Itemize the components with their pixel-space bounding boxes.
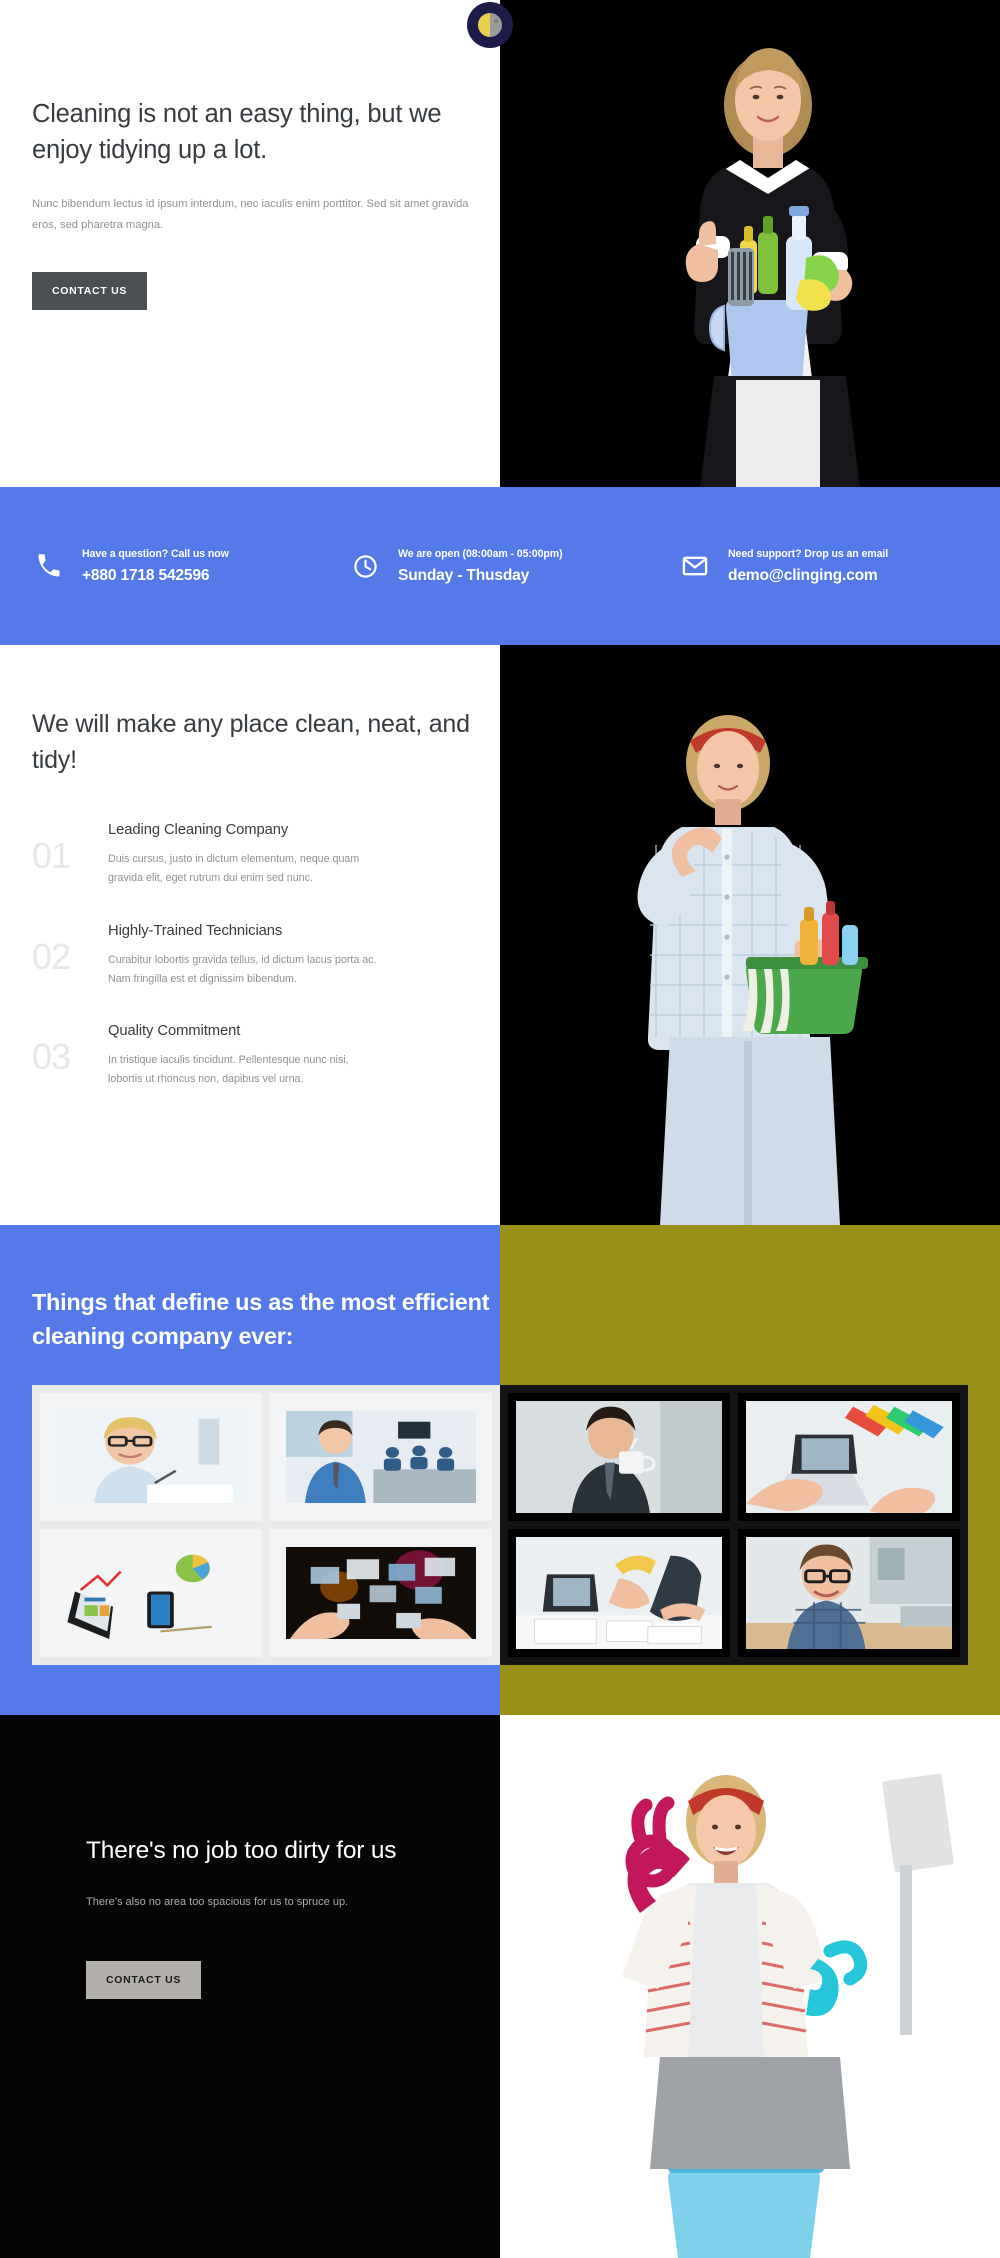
- man-with-glasses-smiling-at-office-thumb: [746, 1537, 952, 1649]
- envelope-icon: [678, 549, 712, 583]
- team-working-at-desk-thumb: [516, 1537, 722, 1649]
- info-text-hours: We are open (08:00am - 05:00pm) Sunday -…: [398, 548, 563, 585]
- feature-title: Quality Commitment: [108, 1023, 241, 1040]
- gallery-section: Things that define us as the most effici…: [0, 1225, 1000, 1715]
- moon-badge-logo-icon: [478, 13, 502, 37]
- hero-section: Cleaning is not an easy thing, but we en…: [0, 0, 1000, 487]
- man-drinking-coffee-thumb: [516, 1401, 722, 1513]
- features-content: We will make any place clean, neat, and …: [0, 645, 500, 1225]
- features-image-panel: [500, 645, 1000, 1225]
- gallery-tile[interactable]: [40, 1393, 262, 1521]
- feature-description: Curabitur lobortis gravida tellus, id di…: [108, 953, 377, 985]
- cta-image-panel: [500, 1715, 1000, 2258]
- info-value-email: demo@clinging.com: [728, 566, 878, 584]
- hands-on-laptop-with-color-swatches-thumb: [746, 1401, 952, 1513]
- woman-with-cleaning-basket-image: [500, 645, 1000, 1225]
- feature-description: In tristique iaculis tincidunt. Pellente…: [108, 1054, 349, 1086]
- tablet-with-business-charts-thumb: [56, 1547, 246, 1639]
- gallery-grid-dark: [500, 1385, 968, 1665]
- hero-title: Cleaning is not an easy thing, but we en…: [32, 100, 442, 165]
- features-title: We will make any place clean, neat, and …: [32, 710, 470, 774]
- feature-title: Leading Cleaning Company: [108, 822, 289, 838]
- features-section: We will make any place clean, neat, and …: [0, 645, 1000, 1225]
- info-item-phone[interactable]: Have a question? Call us now +880 1718 5…: [32, 548, 348, 585]
- info-label-phone: Have a question? Call us now: [82, 547, 229, 560]
- gallery-tile[interactable]: [40, 1529, 262, 1657]
- feature-number: 03: [32, 1036, 71, 1078]
- cta-section: There's no job too dirty for us There’s …: [0, 1715, 1000, 2258]
- info-value-phone: +880 1718 542596: [82, 566, 210, 584]
- hero-image-panel: [500, 0, 1000, 487]
- info-text-email: Need support? Drop us an email demo@clin…: [728, 548, 888, 585]
- features-list: 01 Leading Cleaning Company Duis cursus,…: [32, 822, 500, 1090]
- clock-icon: [348, 549, 382, 583]
- hands-holding-digital-screens-thumb: [286, 1547, 476, 1639]
- contact-info-bar: Have a question? Call us now +880 1718 5…: [0, 487, 1000, 645]
- feature-title: Highly-Trained Technicians: [108, 922, 283, 939]
- gallery-grid-light: [32, 1385, 500, 1665]
- info-label-hours: We are open (08:00am - 05:00pm): [398, 547, 563, 560]
- gallery-tile[interactable]: [738, 1393, 960, 1521]
- businessman-in-meeting-room-thumb: [286, 1411, 476, 1503]
- landing-page: Cleaning is not an easy thing, but we en…: [0, 0, 1000, 2258]
- maid-with-cleaning-supplies-image: [500, 0, 1000, 487]
- site-logo[interactable]: [467, 2, 513, 48]
- info-item-hours[interactable]: We are open (08:00am - 05:00pm) Sunday -…: [348, 548, 678, 585]
- feature-item: 01 Leading Cleaning Company Duis cursus,…: [32, 822, 500, 889]
- cta-content: There's no job too dirty for us There’s …: [0, 1715, 500, 2258]
- woman-with-gloves-and-mop-image: [500, 1715, 1000, 2258]
- info-label-email: Need support? Drop us an email: [728, 547, 889, 560]
- info-item-email[interactable]: Need support? Drop us an email demo@clin…: [678, 548, 1000, 585]
- businesswoman-with-glasses-writing-thumb: [56, 1411, 246, 1503]
- gallery-tile[interactable]: [508, 1393, 730, 1521]
- feature-description: Duis cursus, justo in dictum elementum, …: [108, 853, 360, 885]
- gallery-heading: Things that define us as the most effici…: [32, 1289, 490, 1350]
- info-value-hours: Sunday - Thusday: [398, 566, 530, 584]
- gallery-tile[interactable]: [508, 1529, 730, 1657]
- feature-item: 03 Quality Commitment In tristique iacul…: [32, 1023, 500, 1090]
- gallery-tile[interactable]: [270, 1529, 492, 1657]
- cta-contact-button[interactable]: CONTACT US: [86, 1960, 202, 1999]
- gallery-grid: [32, 1385, 968, 1665]
- gallery-tile[interactable]: [738, 1529, 960, 1657]
- cta-subtitle: There’s also no area too spacious for us…: [86, 1895, 349, 1908]
- hero-contact-button[interactable]: CONTACT US: [32, 271, 148, 310]
- gallery-tile[interactable]: [270, 1393, 492, 1521]
- hero-subtitle: Nunc bibendum lectus id ipsum interdum, …: [32, 198, 469, 232]
- feature-number: 02: [32, 935, 71, 977]
- hero-content: Cleaning is not an easy thing, but we en…: [0, 0, 500, 487]
- feature-number: 01: [32, 835, 71, 876]
- cta-title: There's no job too dirty for us: [86, 1837, 397, 1864]
- info-text-phone: Have a question? Call us now +880 1718 5…: [82, 548, 229, 585]
- feature-item: 02 Highly-Trained Technicians Curabitur …: [32, 923, 500, 990]
- phone-icon: [32, 549, 66, 583]
